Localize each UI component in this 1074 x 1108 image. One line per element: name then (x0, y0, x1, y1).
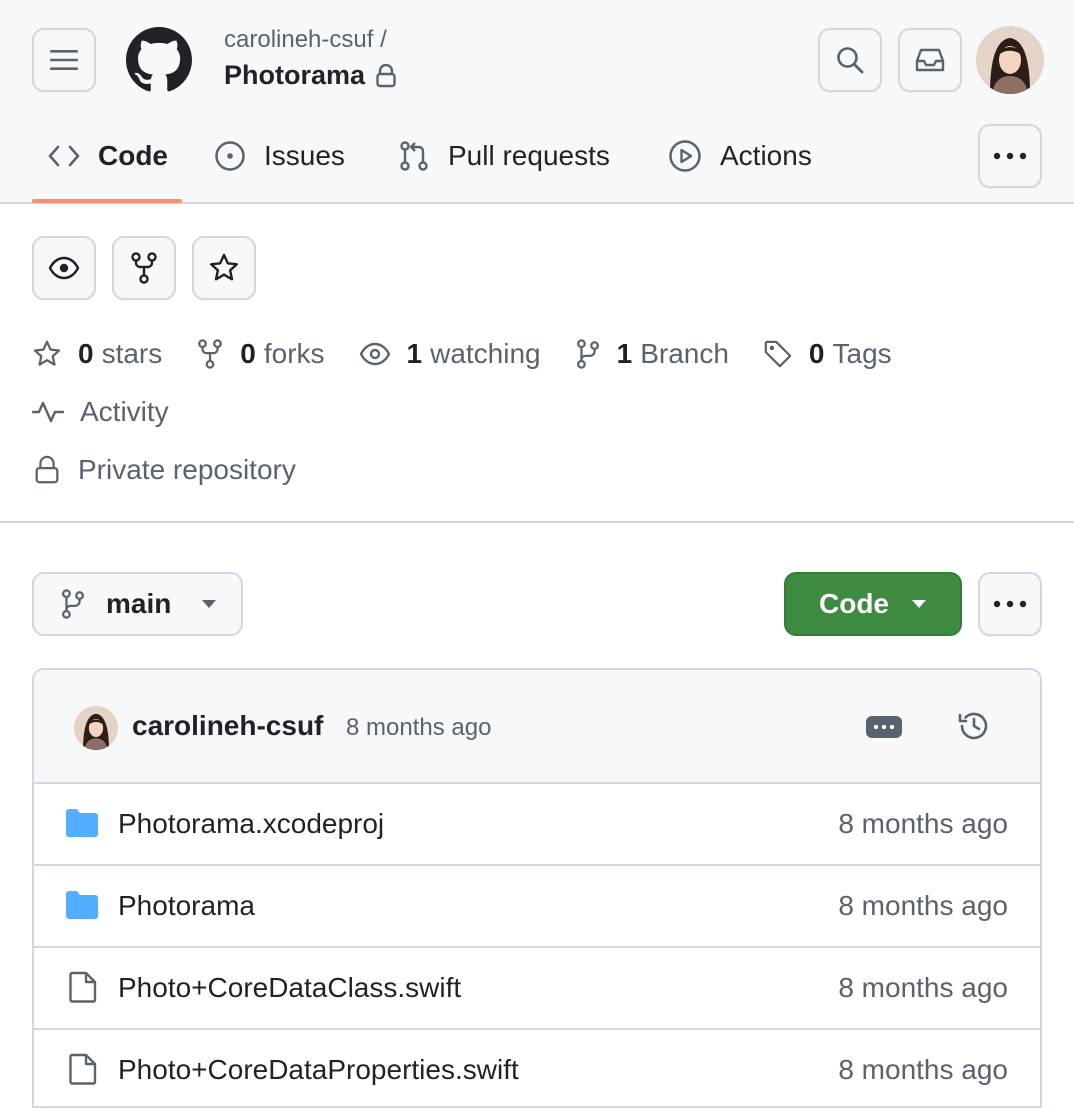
file-commit-date: 8 months ago (838, 890, 1008, 921)
file-row[interactable]: Photo+CoreDataProperties.swift 8 months … (34, 1030, 1040, 1106)
triangle-down-icon (202, 600, 217, 608)
commit-time: 8 months ago (346, 714, 492, 741)
folder-icon (66, 891, 98, 919)
stars-link[interactable]: 0 stars (32, 338, 162, 370)
triangle-down-icon (912, 600, 926, 608)
stars-label: stars (101, 338, 163, 369)
file-commit-date: 8 months ago (838, 808, 1008, 839)
star-icon (33, 340, 61, 366)
branch-name: main (106, 588, 172, 619)
eye-icon (359, 342, 390, 366)
inbox-icon (915, 48, 945, 72)
inbox-button[interactable] (898, 28, 962, 92)
branch-label: Branch (640, 338, 729, 369)
repo-title: Photorama (224, 60, 397, 91)
latest-commit-bar: carolineh-csuf 8 months ago (34, 670, 1040, 784)
active-tab-indicator (32, 199, 182, 203)
visibility-label: Private repository (78, 454, 296, 485)
file-icon (69, 971, 97, 1003)
file-row[interactable]: Photorama 8 months ago (34, 866, 1040, 948)
file-row[interactable]: Photorama.xcodeproj 8 months ago (34, 784, 1040, 866)
tab-label: Code (98, 140, 168, 171)
fork-button[interactable] (112, 236, 176, 300)
section-divider (0, 521, 1074, 523)
forks-label: forks (263, 338, 325, 369)
file-name-link[interactable]: Photo+CoreDataClass.swift (118, 972, 461, 1004)
watching-link[interactable]: 1 watching (359, 338, 541, 370)
tags-link[interactable]: 0 Tags (763, 338, 892, 370)
github-logo-icon[interactable] (126, 27, 192, 93)
user-avatar[interactable] (976, 26, 1044, 94)
repo-owner-link[interactable]: carolineh-csuf / (224, 26, 387, 54)
hamburger-icon (50, 50, 78, 70)
tab-actions[interactable]: Actions (668, 124, 812, 188)
git-branch-icon (62, 589, 84, 619)
tag-icon (764, 340, 792, 368)
visibility-info: Private repository (32, 450, 296, 490)
tags-count: 0 (808, 338, 825, 369)
commit-author-avatar[interactable] (74, 706, 118, 750)
tab-label: Pull requests (448, 140, 610, 171)
repo-stats: 0 stars 0 forks 1 watching 1 Branch 0 Ta… (32, 334, 926, 374)
play-icon (669, 140, 701, 172)
tab-label: Actions (720, 140, 812, 171)
file-name-link[interactable]: Photorama.xcodeproj (118, 808, 384, 840)
avatar-portrait-icon (976, 26, 1044, 94)
lock-icon (376, 63, 396, 87)
forks-link[interactable]: 0 forks (196, 338, 325, 370)
history-icon[interactable] (956, 708, 992, 744)
repo-forked-icon (198, 339, 223, 369)
tags-label: Tags (832, 338, 892, 369)
git-pull-request-icon (400, 141, 428, 171)
search-button[interactable] (818, 28, 882, 92)
watching-count: 1 (406, 338, 423, 369)
file-icon (69, 1053, 97, 1085)
repo-name-link[interactable]: Photorama (224, 60, 365, 91)
kebab-horizontal-icon (993, 600, 1027, 608)
star-button[interactable] (192, 236, 256, 300)
tab-label: Issues (264, 140, 345, 171)
branch-count: 1 (616, 338, 633, 369)
code-download-button[interactable]: Code (784, 572, 962, 636)
forks-count: 0 (240, 338, 256, 369)
tab-code[interactable]: Code (48, 124, 168, 188)
file-commit-date: 8 months ago (838, 1054, 1008, 1085)
code-icon (48, 145, 80, 167)
search-icon (837, 47, 864, 74)
branch-selector-button[interactable]: main (32, 572, 243, 636)
file-row[interactable]: Photo+CoreDataClass.swift 8 months ago (34, 948, 1040, 1030)
avatar-portrait-icon (74, 706, 118, 750)
eye-icon (48, 256, 80, 280)
stars-count: 0 (78, 338, 94, 369)
watching-label: watching (430, 338, 541, 369)
folder-icon (66, 809, 98, 837)
watch-button[interactable] (32, 236, 96, 300)
commit-message-toggle[interactable] (866, 716, 902, 738)
activity-link[interactable]: Activity (32, 392, 169, 432)
commit-author-link[interactable]: carolineh-csuf (132, 710, 323, 742)
repo-forked-icon (131, 252, 157, 284)
star-icon (210, 253, 238, 281)
activity-label: Activity (80, 396, 169, 427)
tab-issues[interactable]: Issues (214, 124, 345, 188)
file-browser: carolineh-csuf 8 months ago Photorama.xc… (32, 668, 1042, 1108)
more-options-button[interactable] (978, 572, 1042, 636)
repo-header: carolineh-csuf / Photorama Code Issues P… (0, 0, 1074, 204)
ellipsis-icon (873, 724, 895, 730)
more-tabs-button[interactable] (978, 124, 1042, 188)
code-button-label: Code (819, 588, 889, 619)
kebab-horizontal-icon (993, 152, 1027, 160)
lock-icon (35, 455, 59, 484)
menu-button[interactable] (32, 28, 96, 92)
file-commit-date: 8 months ago (838, 972, 1008, 1003)
issue-opened-icon (215, 141, 245, 171)
branches-link[interactable]: 1 Branch (575, 338, 729, 370)
git-branch-icon (576, 339, 599, 369)
file-name-link[interactable]: Photorama (118, 890, 255, 922)
pulse-icon (32, 401, 64, 423)
tab-pull-requests[interactable]: Pull requests (398, 124, 610, 188)
file-name-link[interactable]: Photo+CoreDataProperties.swift (118, 1054, 519, 1086)
